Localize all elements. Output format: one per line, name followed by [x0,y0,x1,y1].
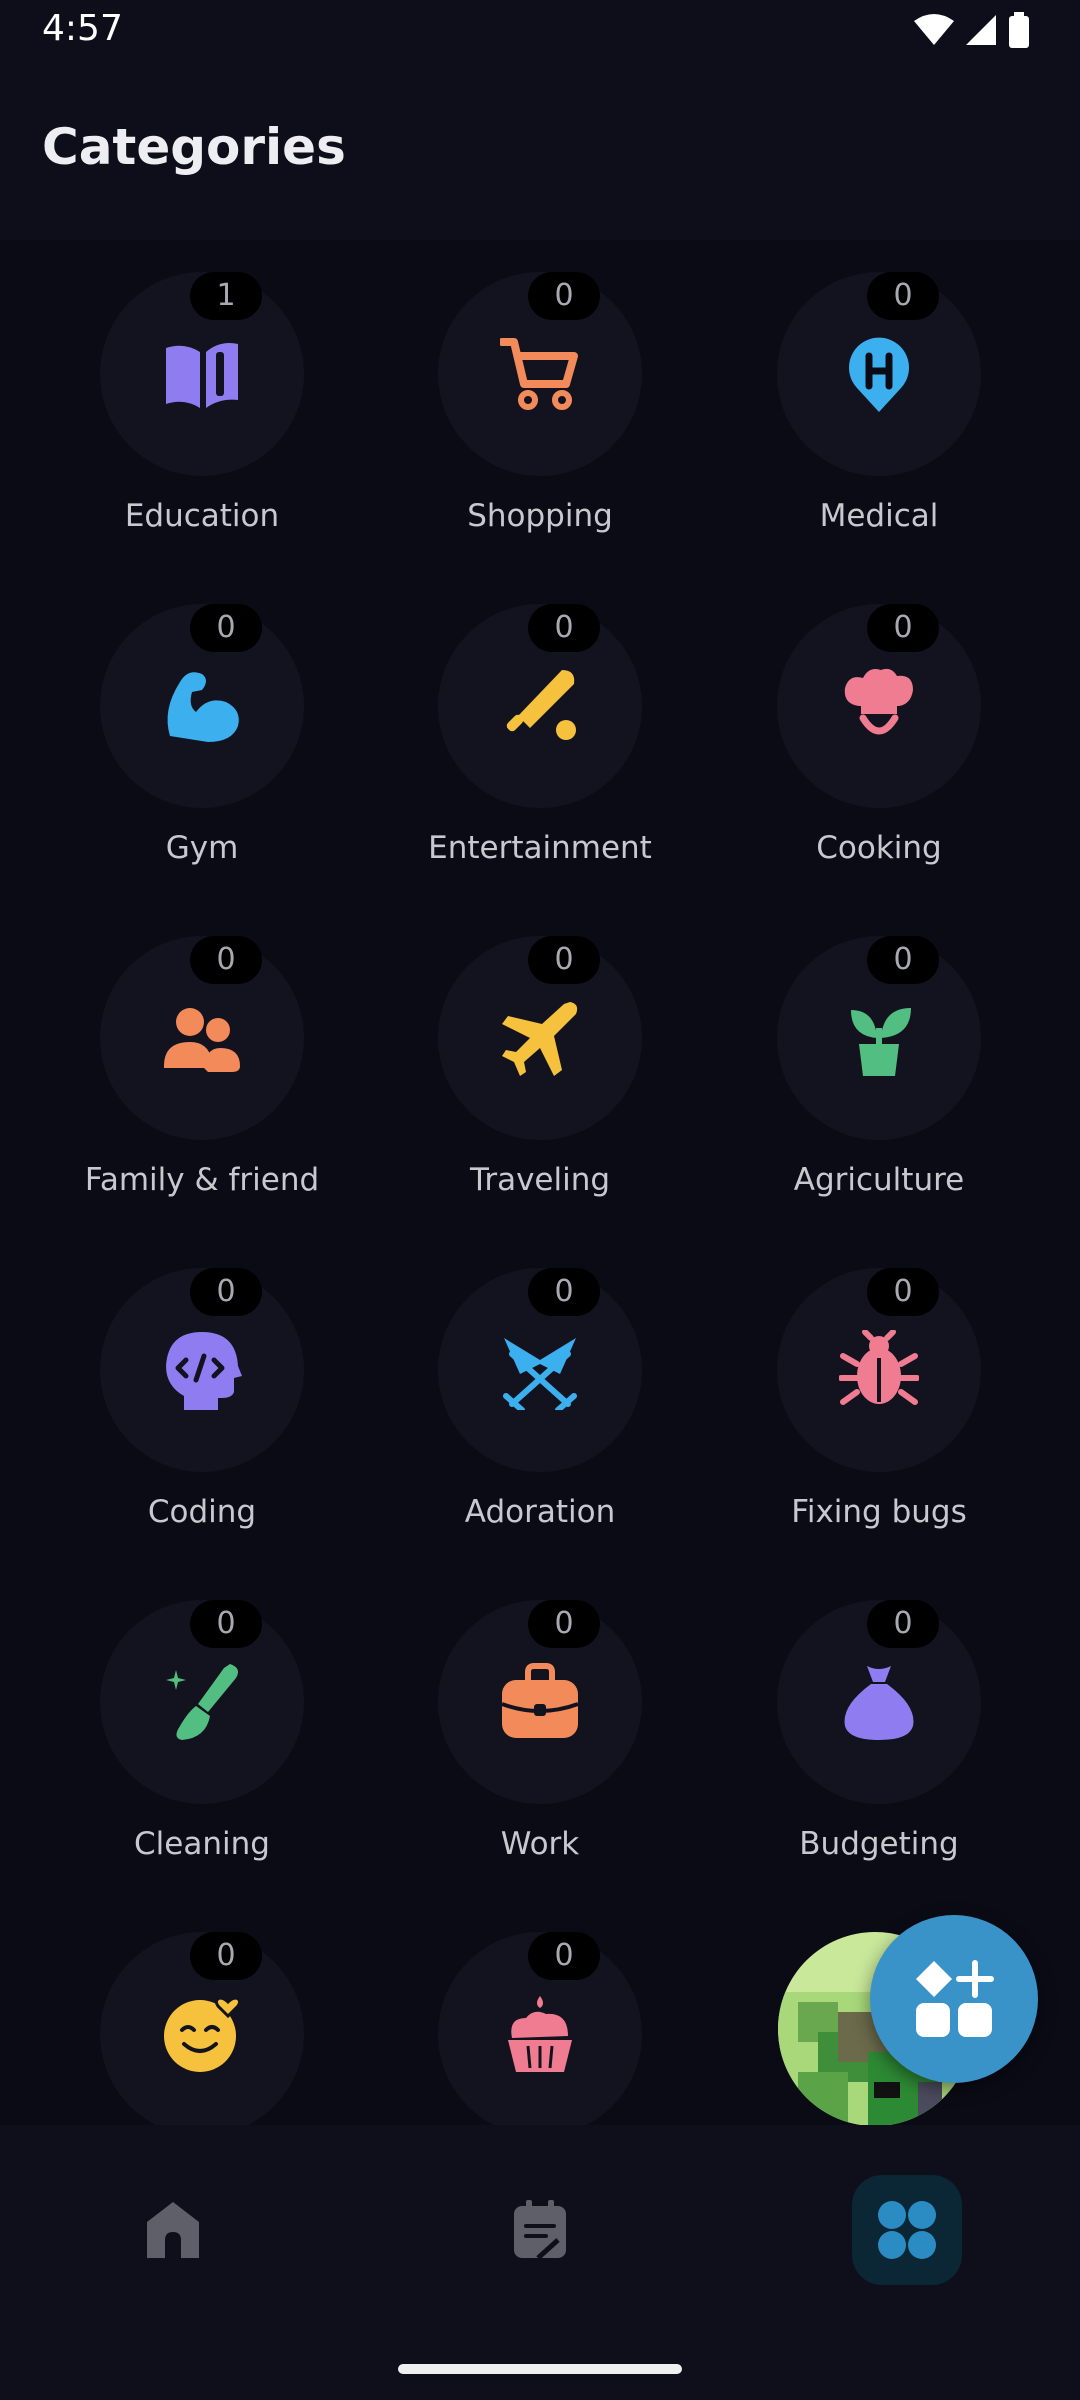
category-label: Medical [819,498,939,534]
category-dessert[interactable]: 0 [370,1900,710,2125]
hospital-pin-icon [849,337,909,412]
signal-icon [966,15,996,45]
status-icons [914,12,1030,48]
bug-icon [839,1330,919,1405]
category-budgeting[interactable]: 0 Budgeting [709,1568,1049,1868]
category-shopping[interactable]: 0 Shopping [370,240,710,540]
category-count-badge: 0 [867,1600,939,1648]
adoration-icon [503,1338,577,1410]
category-label: Shopping [467,498,613,534]
category-count-badge: 0 [528,936,600,984]
broom-icon [166,1664,238,1740]
category-label: Coding [147,1494,257,1530]
category-traveling[interactable]: 0 Traveling [370,904,710,1204]
smiley-icon [164,1996,242,2072]
app-bar: Categories [0,62,1080,240]
category-count-badge: 0 [867,604,939,652]
category-entertainment[interactable]: 0 Entertainment [370,572,710,872]
home-indicator[interactable] [398,2364,682,2374]
notes-icon [514,2200,566,2260]
category-cleaning[interactable]: 0 Cleaning [32,1568,372,1868]
category-label: Traveling [469,1162,611,1198]
category-count-badge: 0 [190,1600,262,1648]
category-label: Cleaning [134,1826,270,1862]
page-title: Categories [42,118,346,176]
home-icon [147,2202,199,2258]
category-count-badge: 0 [528,604,600,652]
category-count-badge: 0 [528,1600,600,1648]
nav-categories[interactable] [852,2175,962,2285]
category-family-friend[interactable]: 0 Family & friend [32,904,372,1204]
money-bag-icon [844,1666,914,1740]
chef-hat-icon [844,668,913,735]
cupcake-icon [508,1996,572,2072]
category-count-badge: 0 [867,1268,939,1316]
baseball-bat-icon [506,670,576,740]
category-label: Education [124,498,280,534]
categories-icon [878,2201,936,2259]
category-fixing-bugs[interactable]: 0 Fixing bugs [709,1236,1049,1536]
category-count-badge: 0 [190,1932,262,1980]
category-feelings[interactable]: 0 [32,1900,372,2125]
airplane-icon [502,1002,578,1076]
book-icon [166,343,238,408]
nav-notes[interactable] [485,2175,595,2285]
briefcase-icon [501,1663,579,1738]
category-label: Cooking [816,830,942,866]
muscle-icon [167,672,239,742]
category-label: Gym [165,830,239,866]
people-icon [164,1008,240,1072]
wifi-icon [914,14,954,45]
add-category-icon [916,1960,994,2037]
code-head-icon [166,1332,242,1410]
category-count-badge: 0 [528,272,600,320]
category-gym[interactable]: 0 Gym [32,572,372,872]
status-time: 4:57 [42,8,123,49]
add-category-button[interactable] [870,1915,1038,2083]
category-label: Entertainment [428,830,652,866]
category-work[interactable]: 0 Work [370,1568,710,1868]
category-adoration[interactable]: 0 Adoration [370,1236,710,1536]
category-label: Fixing bugs [791,1494,967,1530]
category-label: Agriculture [793,1162,965,1198]
bottom-nav [0,2125,1080,2400]
category-count-badge: 0 [867,272,939,320]
plant-icon [851,1008,911,1076]
category-education[interactable]: 1 Education [32,240,372,540]
category-count-badge: 0 [190,936,262,984]
category-label: Family & friend [84,1162,320,1198]
category-coding[interactable]: 0 Coding [32,1236,372,1536]
category-count-badge: 0 [190,1268,262,1316]
category-medical[interactable]: 0 Medical [709,240,1049,540]
category-agriculture[interactable]: 0 Agriculture [709,904,1049,1204]
battery-icon [1009,12,1029,48]
category-count-badge: 0 [867,936,939,984]
category-cooking[interactable]: 0 Cooking [709,572,1049,872]
category-count-badge: 1 [190,272,262,320]
category-count-badge: 0 [528,1932,600,1980]
category-label: Adoration [464,1494,616,1530]
category-label: Work [500,1826,580,1862]
status-bar: 4:57 [0,0,1080,62]
category-grid: 1 Education 0 Shopping 0 Medical 0 Gym 0… [0,240,1080,2125]
category-count-badge: 0 [528,1268,600,1316]
nav-home[interactable] [118,2175,228,2285]
category-count-badge: 0 [190,604,262,652]
cart-icon [500,338,578,410]
category-label: Budgeting [799,1826,959,1862]
